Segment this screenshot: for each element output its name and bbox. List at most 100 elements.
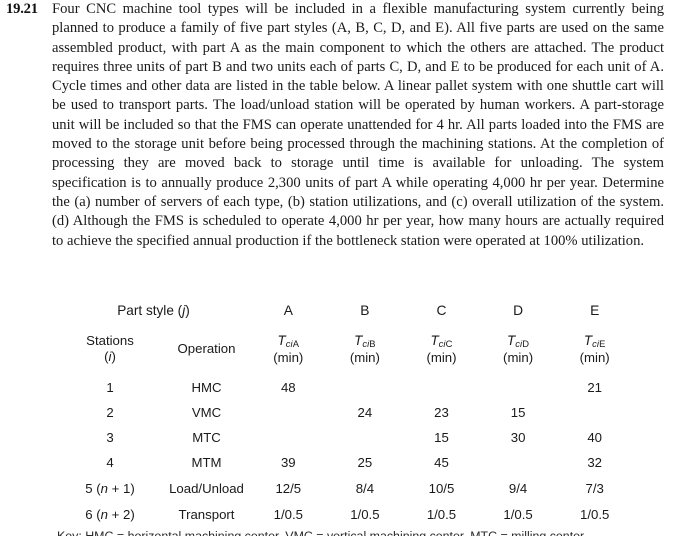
cell-2-d: 15 [510,405,526,420]
symbol-base-d: T [507,332,516,348]
cell-operation-3: MTC [192,430,221,445]
cell-5-a: 12/5 [275,480,302,496]
unit-label-b: (min) [349,349,380,365]
symbol-tci-d: TciD [480,333,557,350]
problem-row: 19.21 Four CNC machine tool types will b… [0,0,677,251]
cell-2-c: 23 [434,405,449,420]
cycle-time-table: Part style (j) A B C D E Stations (i) Op… [57,297,633,527]
unit-label-a: (min) [273,349,304,365]
subheader-tci-b: TciB (min) [327,323,404,375]
part-style-label-suffix: ) [185,302,190,318]
cell-station-5: 5 (n + 1) [57,475,163,501]
station-6-paren-close: + 2) [108,506,135,522]
cycle-time-table-wrapper: Part style (j) A B C D E Stations (i) Op… [57,297,633,527]
symbol-tci-b: TciB [327,333,404,350]
cell-5-b: 8/4 [355,480,375,496]
cell-operation-4: MTM [191,455,222,470]
cell-1-b [327,375,404,400]
cell-5-e: 7/3 [585,480,604,496]
cell-station-6: 6 (n + 2) [57,501,163,527]
subheader-stations: Stations (i) [57,323,163,375]
cell-3-d: 30 [510,430,526,445]
symbol-sub-part-b: B [369,338,376,350]
cell-3-b [327,425,404,450]
symbol-sub-part-c: C [445,338,453,350]
symbol-sub-italic-a: ci [285,338,293,350]
symbol-tci-a: TciA [250,333,327,350]
cell-6-c: 1/0.5 [426,506,457,522]
table-row: 2 VMC 24 23 15 [57,400,633,425]
cell-4-d [480,450,557,475]
cell-operation-1: HMC [191,380,222,395]
table-row: 1 HMC 48 21 [57,375,633,400]
station-5-number: 5 [85,480,93,496]
symbol-base-e: T [583,332,593,348]
cell-operation-5: Load/Unload [169,480,244,496]
cell-4-b: 25 [357,455,373,470]
cell-1-c [403,375,480,400]
problem-number: 19.21 [6,1,38,17]
unit-label-e: (min) [579,349,610,365]
cell-operation-2: VMC [191,405,222,420]
symbol-base-a: T [277,332,286,348]
problem-block: 19.21 Four CNC machine tool types will b… [0,0,677,251]
column-header-part-d: D [513,302,524,318]
column-header-part-b: B [360,302,370,318]
station-6-paren-symbol: n [100,506,108,522]
cell-2-e [556,400,633,425]
subheader-tci-e: TciE (min) [556,323,633,375]
cell-3-a [250,425,327,450]
symbol-sub-part-a: A [292,338,300,350]
cell-6-a: 1/0.5 [273,506,303,522]
subheader-stations-index: (i) [57,349,163,365]
cell-station-1: 1 [106,380,114,395]
cell-operation-6: Transport [178,506,235,522]
column-header-part-a: A [283,302,293,318]
cell-4-e: 32 [587,455,603,470]
cell-station-3: 3 [106,430,114,445]
unit-label-d: (min) [503,349,534,365]
cell-1-e: 21 [587,380,603,395]
cell-6-b: 1/0.5 [350,506,380,522]
subheader-tci-c: TciC (min) [403,323,480,375]
cell-6-d: 1/0.5 [503,506,533,522]
cell-4-a: 39 [280,455,296,470]
table-footnote: Key: HMC = horizontal machining center, … [57,529,585,536]
cell-3-e: 40 [587,430,603,445]
cell-3-c: 15 [434,430,449,445]
cell-2-a [250,400,327,425]
cell-1-d [480,375,557,400]
station-5-paren-symbol: n [100,480,108,496]
symbol-sub-part-d: D [522,338,530,350]
table-group-header-row: Part style (j) A B C D E [57,297,633,323]
cell-station-4: 4 [106,455,114,470]
part-style-label-prefix: Part style ( [117,302,183,318]
subheader-operation: Operation [163,323,250,375]
cell-4-c: 45 [434,455,449,470]
symbol-sub-italic-c: ci [438,338,446,350]
stations-index-close: ) [111,349,116,364]
symbol-tci-c: TciC [403,333,480,350]
cell-5-c: 10/5 [428,480,455,496]
table-row: 3 MTC 15 30 40 [57,425,633,450]
table-row: 4 MTM 39 25 45 32 [57,450,633,475]
table-row: 6 (n + 2) Transport 1/0.5 1/0.5 1/0.5 1/… [57,501,633,527]
column-header-part-c: C [436,302,447,318]
unit-label-c: (min) [426,349,457,365]
cell-1-a: 48 [280,380,296,395]
symbol-base-c: T [430,332,439,348]
station-5-paren-close: + 1) [108,480,135,496]
subheader-stations-label: Stations [86,333,134,348]
column-header-part-e: E [590,302,600,318]
subheader-tci-d: TciD (min) [480,323,557,375]
table-subheader-row: Stations (i) Operation TciA (min) TciB (… [57,323,633,375]
part-style-group-label: Part style (j) [57,297,250,323]
problem-text: Four CNC machine tool types will be incl… [52,1,664,249]
subheader-tci-a: TciA (min) [250,323,327,375]
table-row: 5 (n + 1) Load/Unload 12/5 8/4 10/5 9/4 … [57,475,633,501]
cell-station-2: 2 [106,405,114,420]
symbol-tci-e: TciE [556,333,633,350]
cell-6-e: 1/0.5 [580,506,610,522]
station-6-number: 6 [85,506,93,522]
cell-2-b: 24 [357,405,373,420]
